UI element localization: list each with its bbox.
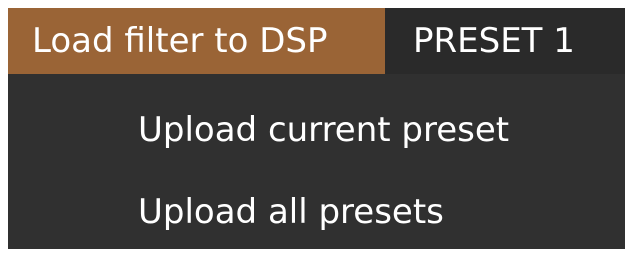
- load-filter-dropdown: Upload current preset Upload all presets: [8, 74, 625, 249]
- menubar: Load filter to DSP PRESET 1: [8, 8, 625, 74]
- upload-current-preset-item[interactable]: Upload current preset: [8, 94, 625, 166]
- load-filter-menu[interactable]: Load filter to DSP: [8, 8, 385, 74]
- app-frame: Load filter to DSP PRESET 1 Upload curre…: [8, 8, 625, 249]
- upload-all-presets-item[interactable]: Upload all presets: [8, 176, 625, 248]
- preset-label: PRESET 1: [413, 21, 575, 61]
